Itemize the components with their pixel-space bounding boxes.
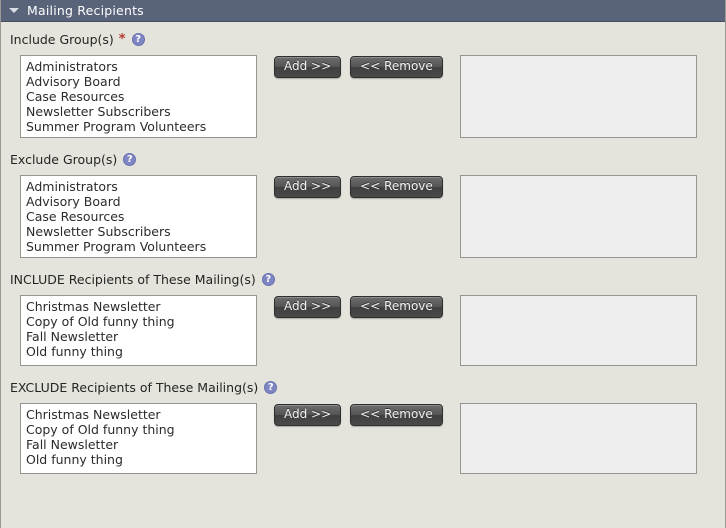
list-item[interactable]: Old funny thing xyxy=(21,452,256,467)
list-item[interactable]: Case Resources xyxy=(21,209,256,224)
remove-button[interactable]: << Remove xyxy=(350,56,443,78)
list-item[interactable]: Newsletter Subscribers xyxy=(21,104,256,119)
mailing-recipients-panel: Mailing Recipients Include Group(s) * ? … xyxy=(0,0,726,528)
section-row: Administrators Advisory Board Case Resou… xyxy=(1,175,725,258)
section-exclude-mailings: EXCLUDE Recipients of These Mailing(s) ?… xyxy=(1,379,725,474)
required-asterisk: * xyxy=(118,32,126,47)
transfer-buttons: Add >> << Remove xyxy=(274,55,443,78)
list-item[interactable]: Advisory Board xyxy=(21,194,256,209)
help-icon[interactable]: ? xyxy=(261,273,275,286)
transfer-buttons: Add >> << Remove xyxy=(274,175,443,198)
transfer-buttons: Add >> << Remove xyxy=(274,295,443,318)
section-include-groups: Include Group(s) * ? Administrators Advi… xyxy=(1,31,725,138)
available-listbox-exclude-mailings[interactable]: Christmas Newsletter Copy of Old funny t… xyxy=(20,403,257,474)
section-row: Christmas Newsletter Copy of Old funny t… xyxy=(1,295,725,366)
list-item[interactable]: Copy of Old funny thing xyxy=(21,422,256,437)
section-label-text: Include Group(s) xyxy=(10,32,114,47)
section-label-text: INCLUDE Recipients of These Mailing(s) xyxy=(10,272,256,287)
selected-listbox-include-groups[interactable] xyxy=(459,55,697,138)
section-exclude-groups: Exclude Group(s) ? Administrators Adviso… xyxy=(1,151,725,258)
selected-listbox-include-mailings[interactable] xyxy=(459,295,697,366)
section-row: Christmas Newsletter Copy of Old funny t… xyxy=(1,403,725,474)
section-row: Administrators Advisory Board Case Resou… xyxy=(1,55,725,138)
list-item[interactable]: Christmas Newsletter xyxy=(21,407,256,422)
section-include-mailings: INCLUDE Recipients of These Mailing(s) ?… xyxy=(1,271,725,366)
available-listbox-exclude-groups[interactable]: Administrators Advisory Board Case Resou… xyxy=(20,175,257,258)
triangle-down-icon[interactable] xyxy=(9,8,19,13)
section-label-include-mailings: INCLUDE Recipients of These Mailing(s) ? xyxy=(1,271,725,288)
list-item[interactable]: Christmas Newsletter xyxy=(21,299,256,314)
list-item[interactable]: Fall Newsletter xyxy=(21,329,256,344)
list-item[interactable]: Fall Newsletter xyxy=(21,437,256,452)
selected-listbox-wrap xyxy=(459,295,697,366)
selected-listbox-wrap xyxy=(459,403,697,474)
add-button[interactable]: Add >> xyxy=(274,296,342,318)
transfer-buttons: Add >> << Remove xyxy=(274,403,443,426)
panel-title: Mailing Recipients xyxy=(27,3,144,18)
remove-button[interactable]: << Remove xyxy=(350,404,443,426)
list-item[interactable]: Administrators xyxy=(21,179,256,194)
section-label-exclude-mailings: EXCLUDE Recipients of These Mailing(s) ? xyxy=(1,379,725,396)
list-item[interactable]: Administrators xyxy=(21,59,256,74)
selected-listbox-wrap xyxy=(459,55,697,138)
help-icon[interactable]: ? xyxy=(264,381,278,394)
available-listbox-include-mailings[interactable]: Christmas Newsletter Copy of Old funny t… xyxy=(20,295,257,366)
selected-listbox-wrap xyxy=(459,175,697,258)
selected-listbox-exclude-groups[interactable] xyxy=(459,175,697,258)
panel-header[interactable]: Mailing Recipients xyxy=(1,0,725,22)
list-item[interactable]: Case Resources xyxy=(21,89,256,104)
add-button[interactable]: Add >> xyxy=(274,404,342,426)
section-label-include-groups: Include Group(s) * ? xyxy=(1,31,725,48)
selected-listbox-exclude-mailings[interactable] xyxy=(459,403,697,474)
list-item[interactable]: Newsletter Subscribers xyxy=(21,224,256,239)
section-label-text: EXCLUDE Recipients of These Mailing(s) xyxy=(10,380,259,395)
available-listbox-include-groups[interactable]: Administrators Advisory Board Case Resou… xyxy=(20,55,257,138)
list-item[interactable]: Advisory Board xyxy=(21,74,256,89)
section-label-text: Exclude Group(s) xyxy=(10,152,118,167)
add-button[interactable]: Add >> xyxy=(274,56,342,78)
remove-button[interactable]: << Remove xyxy=(350,296,443,318)
list-item[interactable]: Old funny thing xyxy=(21,344,256,359)
help-icon[interactable]: ? xyxy=(131,33,145,46)
section-label-exclude-groups: Exclude Group(s) ? xyxy=(1,151,725,168)
list-item[interactable]: Summer Program Volunteers xyxy=(21,239,256,254)
help-icon[interactable]: ? xyxy=(123,153,137,166)
remove-button[interactable]: << Remove xyxy=(350,176,443,198)
list-item[interactable]: Summer Program Volunteers xyxy=(21,119,256,134)
panel-body: Include Group(s) * ? Administrators Advi… xyxy=(1,22,725,474)
list-item[interactable]: Copy of Old funny thing xyxy=(21,314,256,329)
add-button[interactable]: Add >> xyxy=(274,176,342,198)
